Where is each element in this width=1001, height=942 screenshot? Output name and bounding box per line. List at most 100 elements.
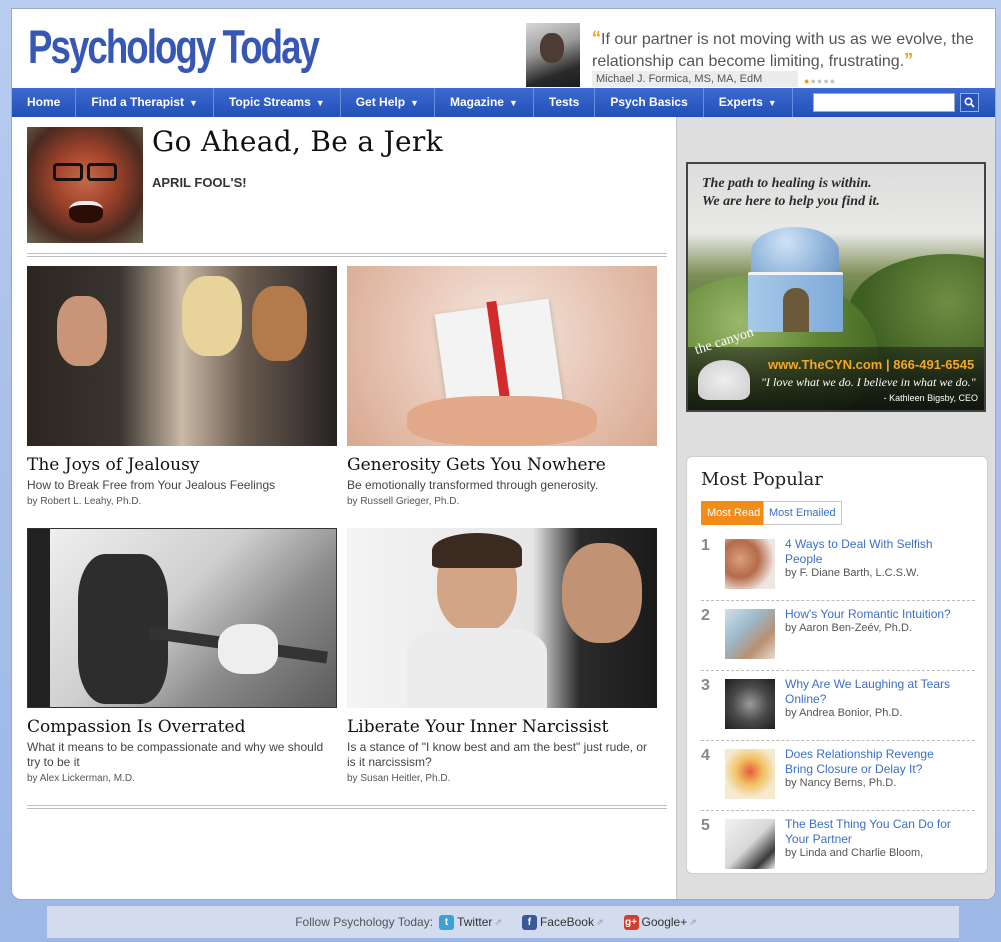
main-nav: Home Find a Therapist ▼ Topic Streams ▼ Ge… <box>12 88 995 117</box>
nav-topic-streams[interactable]: Topic Streams ▼ <box>214 88 341 117</box>
external-link-icon: ⇗ <box>494 916 502 927</box>
nav-find-a-therapist[interactable]: Find a Therapist ▼ <box>76 88 214 117</box>
ad-headline: The path to healing is within. <box>702 176 872 191</box>
page-container: Psychology Today “If our partner is not … <box>11 8 996 900</box>
popular-rank: 2 <box>701 607 710 624</box>
ad-url-phone: www.TheCYN.com | 866-491-6545 <box>768 357 975 372</box>
article-image[interactable] <box>27 266 337 446</box>
facebook-link[interactable]: f FaceBook ⇗ <box>521 914 618 930</box>
tree-icon <box>698 360 750 400</box>
open-quote-icon: “ <box>592 28 601 48</box>
popular-thumbnail[interactable] <box>725 609 775 659</box>
google-plus-icon: g+ <box>623 914 639 930</box>
dropdown-caret-icon: ▼ <box>410 98 419 108</box>
hero-kicker: APRIL FOOL'S! <box>152 175 247 190</box>
featured-quote[interactable]: “If our partner is not moving with us as… <box>592 28 982 72</box>
tab-most-emailed[interactable]: Most Emailed <box>763 501 842 525</box>
popular-thumbnail[interactable] <box>725 679 775 729</box>
popular-author: by Linda and Charlie Bloom, <box>785 847 924 859</box>
hero-title[interactable]: Go Ahead, Be a Jerk <box>152 125 443 158</box>
footer-social-bar: Follow Psychology Today: t Twitter ⇗ f Fa… <box>47 906 959 938</box>
popular-author: by Aaron Ben-Zeév, Ph.D. <box>785 622 912 634</box>
popular-rank: 5 <box>701 817 710 834</box>
popular-item: 2 How's Your Romantic Intuition? by Aaro… <box>701 601 975 671</box>
nav-psych-basics[interactable]: Psych Basics <box>595 88 704 117</box>
advertisement-banner[interactable]: The path to healing is within. We are he… <box>686 162 986 412</box>
most-popular-panel: Most Popular Most Read Most Emailed 1 4 … <box>686 456 988 874</box>
nav-magazine[interactable]: Magazine ▼ <box>435 88 534 117</box>
article-title[interactable]: Liberate Your Inner Narcissist <box>347 717 657 737</box>
section-divider <box>27 805 667 809</box>
popular-link[interactable]: How's Your Romantic Intuition? <box>785 607 965 622</box>
ad-ceo: - Kathleen Bigsby, CEO <box>883 393 978 403</box>
popular-author: by F. Diane Barth, L.C.S.W. <box>785 567 919 579</box>
popular-link[interactable]: Why Are We Laughing at Tears Online? <box>785 677 965 707</box>
popular-thumbnail[interactable] <box>725 539 775 589</box>
popular-author: by Andrea Bonior, Ph.D. <box>785 707 903 719</box>
hero-image[interactable] <box>27 127 143 243</box>
popular-rank: 4 <box>701 747 710 764</box>
popular-link[interactable]: Does Relationship Revenge Bring Closure … <box>785 747 965 777</box>
quote-carousel-dots[interactable]: ●●●●● <box>804 76 836 86</box>
section-divider <box>27 253 667 257</box>
article-subtitle: How to Break Free from Your Jealous Feel… <box>27 478 276 492</box>
external-link-icon: ⇗ <box>595 916 604 927</box>
article-card: Generosity Gets You Nowhere Be emotional… <box>347 266 657 507</box>
article-title[interactable]: Generosity Gets You Nowhere <box>347 455 657 475</box>
popular-link[interactable]: 4 Ways to Deal With Selfish People <box>785 537 965 567</box>
popular-item: 5 The Best Thing You Can Do for Your Par… <box>701 811 975 881</box>
popular-rank: 1 <box>701 537 710 554</box>
popular-item: 3 Why Are We Laughing at Tears Online? b… <box>701 671 975 741</box>
tab-most-read[interactable]: Most Read <box>701 501 767 525</box>
most-popular-title: Most Popular <box>701 469 823 490</box>
external-link-icon: ⇗ <box>689 916 697 927</box>
article-subtitle: What it means to be compassionate and wh… <box>27 740 324 769</box>
article-author[interactable]: by Susan Heitler, Ph.D. <box>347 773 657 784</box>
article-title[interactable]: The Joys of Jealousy <box>27 455 337 475</box>
facebook-icon: f <box>521 914 537 930</box>
article-author[interactable]: by Russell Grieger, Ph.D. <box>347 496 657 507</box>
dropdown-caret-icon: ▼ <box>315 98 325 108</box>
nav-get-help[interactable]: Get Help ▼ <box>341 88 435 117</box>
article-image[interactable] <box>347 528 657 708</box>
popular-item: 4 Does Relationship Revenge Bring Closur… <box>701 741 975 811</box>
twitter-link[interactable]: t Twitter ⇗ <box>439 914 516 930</box>
article-author[interactable]: by Robert L. Leahy, Ph.D. <box>27 496 337 507</box>
search-input[interactable] <box>813 93 955 112</box>
popular-item: 1 4 Ways to Deal With Selfish People by … <box>701 531 975 601</box>
quote-author[interactable]: Michael J. Formica, MS, MA, EdM <box>592 71 798 87</box>
dropdown-caret-icon: ▼ <box>767 98 777 108</box>
article-card: The Joys of Jealousy How to Break Free f… <box>27 266 337 507</box>
quote-text: If our partner is not moving with us as … <box>592 31 974 70</box>
article-title[interactable]: Compassion Is Overrated <box>27 717 337 737</box>
popular-thumbnail[interactable] <box>725 749 775 799</box>
nav-experts[interactable]: Experts ▼ <box>704 88 793 117</box>
sidebar: The path to healing is within. We are he… <box>676 117 995 899</box>
popular-thumbnail[interactable] <box>725 819 775 869</box>
article-card: Liberate Your Inner Narcissist Is a stan… <box>347 528 657 784</box>
twitter-icon: t <box>439 914 455 930</box>
magnifier-icon <box>964 97 975 108</box>
popular-link[interactable]: The Best Thing You Can Do for Your Partn… <box>785 817 965 847</box>
ad-headline-2: We are here to help you find it. <box>702 194 880 209</box>
article-subtitle: Is a stance of "I know best and am the b… <box>347 740 648 769</box>
popular-author: by Nancy Berns, Ph.D. <box>785 777 897 789</box>
ad-slogan: "I love what we do. I believe in what we… <box>761 375 976 389</box>
popular-rank: 3 <box>701 677 710 694</box>
article-author[interactable]: by Alex Lickerman, M.D. <box>27 773 337 784</box>
close-quote-icon: ” <box>904 50 914 70</box>
search-button[interactable] <box>960 93 979 112</box>
dropdown-caret-icon: ▼ <box>508 98 518 108</box>
article-subtitle: Be emotionally transformed through gener… <box>347 478 599 492</box>
article-image[interactable] <box>27 528 337 708</box>
article-card: Compassion Is Overrated What it means to… <box>27 528 337 784</box>
nav-tests[interactable]: Tests <box>534 88 596 117</box>
article-image[interactable] <box>347 266 657 446</box>
follow-label: Follow Psychology Today: <box>295 915 434 929</box>
dropdown-caret-icon: ▼ <box>189 98 198 108</box>
quote-author-photo <box>526 23 580 87</box>
nav-home[interactable]: Home <box>12 88 77 117</box>
site-logo[interactable]: Psychology Today <box>28 23 320 70</box>
carousel-dot-icon[interactable]: ● <box>830 76 836 86</box>
google-plus-link[interactable]: g+ Google+ ⇗ <box>623 914 711 930</box>
